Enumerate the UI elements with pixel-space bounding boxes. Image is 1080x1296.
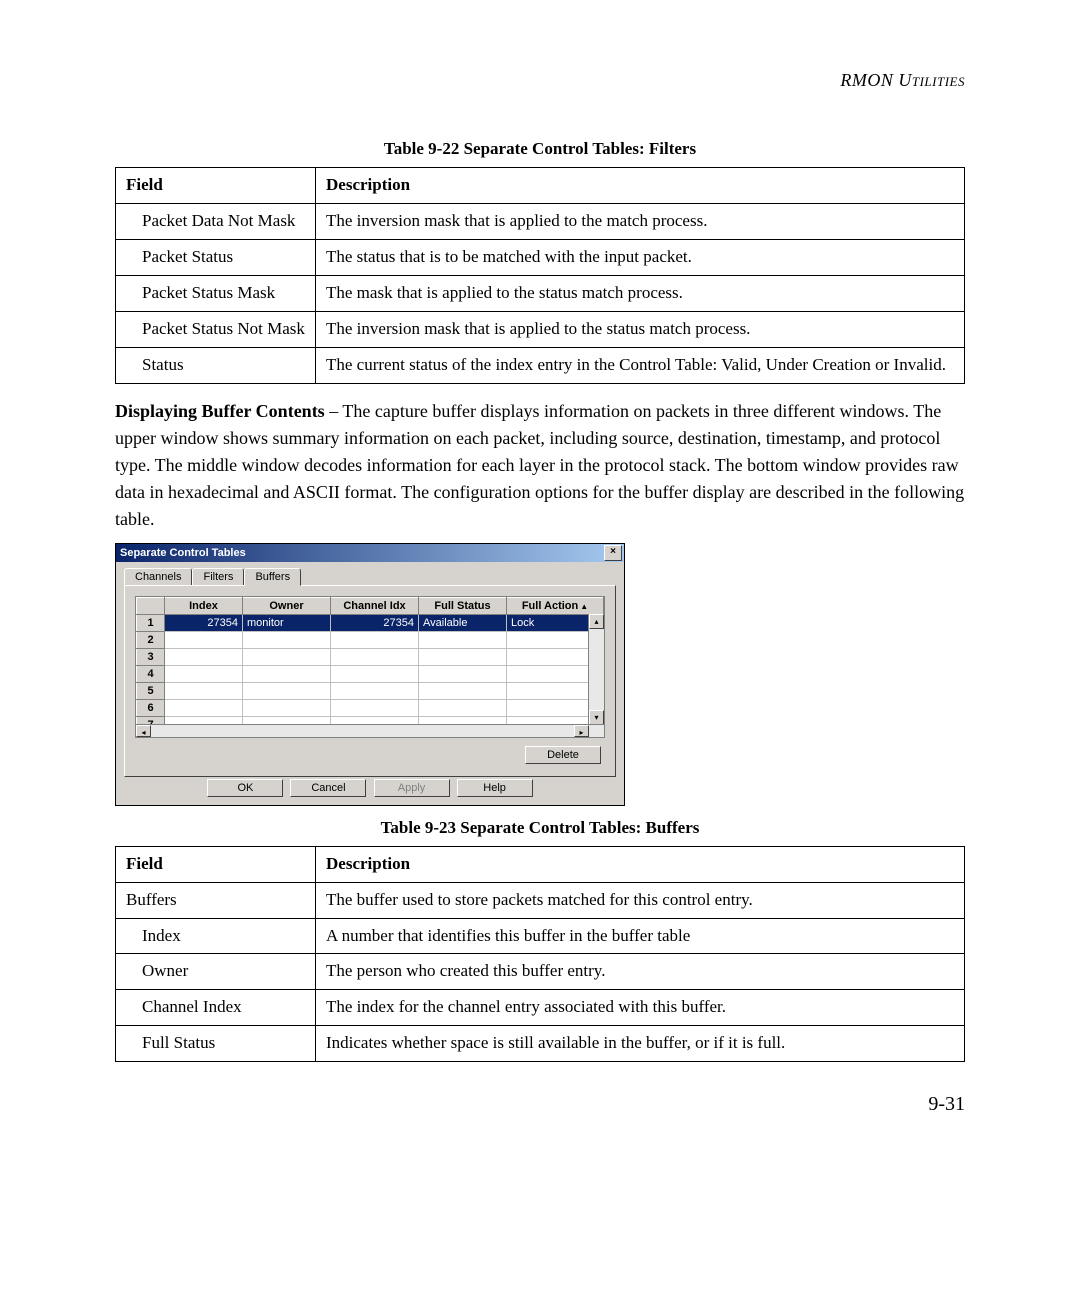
th-desc: Description xyxy=(316,168,965,204)
table-row: Owner xyxy=(116,954,316,990)
cell[interactable] xyxy=(243,648,331,665)
ok-button[interactable]: OK xyxy=(207,779,283,797)
table-row: Packet Status xyxy=(116,239,316,275)
col-index[interactable]: Index xyxy=(165,597,243,614)
table-922: Field Description Packet Data Not MaskTh… xyxy=(115,167,965,384)
table-row: Channel Index xyxy=(116,990,316,1026)
sort-asc-icon: ▲ xyxy=(580,602,588,611)
cell[interactable] xyxy=(243,699,331,716)
table-923: Field Description BuffersThe buffer used… xyxy=(115,846,965,1063)
cell[interactable] xyxy=(243,665,331,682)
table-922-caption: Table 9-22 Separate Control Tables: Filt… xyxy=(115,139,965,159)
row-header[interactable]: 4 xyxy=(137,665,165,682)
th-field: Field xyxy=(116,846,316,882)
table-row: The person who created this buffer entry… xyxy=(316,954,965,990)
table-row: The mask that is applied to the status m… xyxy=(316,275,965,311)
row-header[interactable]: 6 xyxy=(137,699,165,716)
th-field: Field xyxy=(116,168,316,204)
dialog-title: Separate Control Tables xyxy=(120,547,246,559)
table-row: Packet Status Mask xyxy=(116,275,316,311)
table-row: Packet Data Not Mask xyxy=(116,203,316,239)
row-header[interactable]: 5 xyxy=(137,682,165,699)
vertical-scrollbar[interactable]: ▴ ▾ xyxy=(588,614,604,725)
cell[interactable] xyxy=(331,665,419,682)
table-row: Status xyxy=(116,347,316,383)
scroll-up-icon[interactable]: ▴ xyxy=(589,614,604,629)
col-full-status[interactable]: Full Status xyxy=(419,597,507,614)
table-923-caption: Table 9-23 Separate Control Tables: Buff… xyxy=(115,818,965,838)
cell[interactable] xyxy=(165,648,243,665)
table-row: Indicates whether space is still availab… xyxy=(316,1026,965,1062)
scroll-left-icon[interactable]: ◂ xyxy=(136,725,151,737)
cell[interactable] xyxy=(419,699,507,716)
row-header[interactable]: 1 xyxy=(137,614,165,631)
table-row: Index xyxy=(116,918,316,954)
tab-buffers[interactable]: Buffers xyxy=(244,568,301,586)
horizontal-scrollbar[interactable]: ◂ ▸ xyxy=(136,724,604,737)
cell[interactable] xyxy=(165,699,243,716)
para-lead: Displaying Buffer Contents xyxy=(115,401,325,421)
cell[interactable] xyxy=(165,665,243,682)
tab-channels[interactable]: Channels xyxy=(124,568,192,585)
page-number: 9-31 xyxy=(928,1093,965,1116)
row-header[interactable]: 3 xyxy=(137,648,165,665)
titlebar[interactable]: Separate Control Tables × xyxy=(116,544,624,562)
table-row: The buffer used to store packets matched… xyxy=(316,882,965,918)
cell[interactable] xyxy=(331,682,419,699)
tab-filters[interactable]: Filters xyxy=(192,568,244,585)
table-row: The inversion mask that is applied to th… xyxy=(316,311,965,347)
cell[interactable] xyxy=(331,631,419,648)
table-row: A number that identifies this buffer in … xyxy=(316,918,965,954)
scroll-down-icon[interactable]: ▾ xyxy=(589,710,604,725)
cell[interactable]: monitor xyxy=(243,614,331,631)
table-row: The current status of the index entry in… xyxy=(316,347,965,383)
col-full-action[interactable]: Full Action▲ xyxy=(507,597,604,614)
table-row: Packet Status Not Mask xyxy=(116,311,316,347)
row-header[interactable]: 2 xyxy=(137,631,165,648)
scroll-right-icon[interactable]: ▸ xyxy=(574,725,589,737)
help-button[interactable]: Help xyxy=(457,779,533,797)
dialog-separate-control-tables: Separate Control Tables × Channels Filte… xyxy=(115,543,625,806)
table-row: The inversion mask that is applied to th… xyxy=(316,203,965,239)
cell[interactable] xyxy=(243,631,331,648)
cell[interactable] xyxy=(243,682,331,699)
cell[interactable] xyxy=(165,682,243,699)
cell[interactable]: Available xyxy=(419,614,507,631)
grid-corner xyxy=(137,597,165,614)
close-icon[interactable]: × xyxy=(604,545,622,561)
cell[interactable] xyxy=(419,682,507,699)
running-header: RMON Utilities xyxy=(115,70,965,91)
cancel-button[interactable]: Cancel xyxy=(290,779,366,797)
cell[interactable] xyxy=(331,699,419,716)
paragraph-buffer-contents: Displaying Buffer Contents – The capture… xyxy=(115,398,965,533)
buffer-grid[interactable]: Index Owner Channel Idx Full Status Full… xyxy=(135,596,605,738)
table-row: The status that is to be matched with th… xyxy=(316,239,965,275)
table-row: The index for the channel entry associat… xyxy=(316,990,965,1026)
delete-button[interactable]: Delete xyxy=(525,746,601,764)
cell[interactable] xyxy=(165,631,243,648)
cell[interactable] xyxy=(419,648,507,665)
th-desc: Description xyxy=(316,846,965,882)
tabstrip: Channels Filters Buffers xyxy=(124,568,616,585)
table-row: Full Status xyxy=(116,1026,316,1062)
cell[interactable] xyxy=(331,648,419,665)
cell[interactable]: 27354 xyxy=(165,614,243,631)
apply-button[interactable]: Apply xyxy=(374,779,450,797)
col-channel-idx[interactable]: Channel Idx xyxy=(331,597,419,614)
cell[interactable] xyxy=(419,631,507,648)
col-owner[interactable]: Owner xyxy=(243,597,331,614)
cell[interactable] xyxy=(419,665,507,682)
cell[interactable]: 27354 xyxy=(331,614,419,631)
table-row: Buffers xyxy=(116,882,316,918)
